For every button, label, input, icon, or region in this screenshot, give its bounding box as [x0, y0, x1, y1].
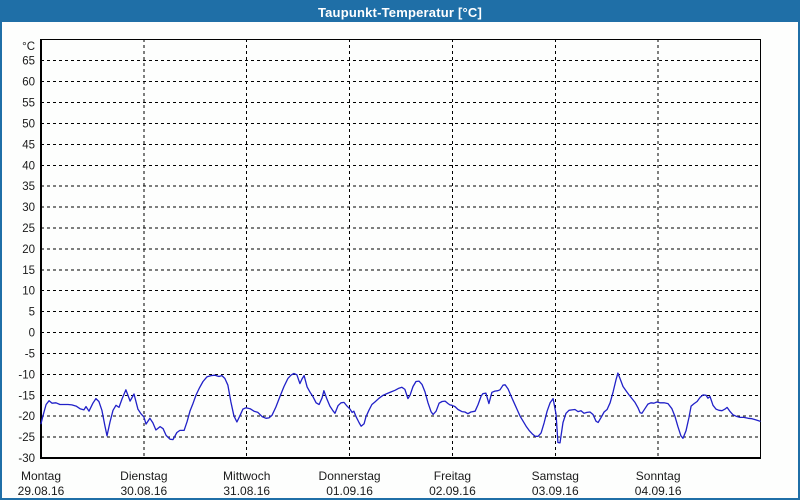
y-axis-tick-label: 35: [22, 181, 35, 193]
x-axis-date-label: 31.08.16: [223, 484, 270, 498]
y-axis-tick-label: 25: [22, 223, 35, 235]
y-axis-tick-label: 20: [22, 244, 35, 256]
x-axis-date-label: 01.09.16: [326, 484, 373, 498]
dewpoint-temperature-chart: 65605550454035302520151050-5-10-15-20-25…: [18, 39, 761, 498]
x-axis-date-label: 04.09.16: [635, 484, 682, 498]
y-axis-tick-label: -25: [18, 432, 35, 444]
y-axis-tick-label: 40: [22, 160, 35, 172]
y-axis-tick-label: 60: [22, 77, 35, 89]
x-axis-day-label: Montag: [21, 469, 61, 483]
x-axis-day-label: Freitag: [434, 469, 471, 483]
y-axis-tick-label: -15: [18, 390, 35, 402]
x-axis-date-label: 30.08.16: [120, 484, 167, 498]
y-axis-tick-label: 10: [22, 286, 35, 298]
y-axis-tick-label: 0: [29, 328, 35, 340]
y-axis-tick-label: 45: [22, 139, 35, 151]
y-axis-tick-label: 55: [22, 98, 35, 110]
temperature-line: [40, 372, 761, 444]
x-axis-day-label: Dienstag: [120, 469, 167, 483]
y-axis-tick-label: 5: [29, 307, 35, 319]
x-axis-date-label: 03.09.16: [532, 484, 579, 498]
y-axis-tick-label: 65: [22, 56, 35, 68]
window-titlebar[interactable]: Taupunkt-Temperatur [°C]: [2, 2, 798, 22]
y-axis-tick-label: 50: [22, 118, 35, 130]
x-axis-day-label: Samstag: [532, 469, 579, 483]
y-axis-tick-label: -5: [25, 348, 35, 360]
y-axis-tick-label: 15: [22, 265, 35, 277]
x-axis-day-label: Donnerstag: [319, 469, 381, 483]
y-axis-unit-label: °C: [22, 41, 35, 53]
chart-container: 65 60 55 50 45 40 35 30 25 20 15 10 5 0 -5 -10 -15 -20 -25…: [2, 22, 798, 498]
window-title: Taupunkt-Temperatur [°C]: [317, 4, 483, 20]
x-axis-day-label: Sonntag: [636, 469, 681, 483]
x-axis-date-label: 29.08.16: [18, 484, 65, 498]
x-axis-day-label: Mittwoch: [223, 469, 270, 483]
y-axis-tick-label: -20: [18, 411, 35, 423]
y-axis-tick-label: -30: [18, 453, 35, 465]
app-window: Taupunkt-Temperatur [°C] 65 60 55 50 45 40 35 3…: [0, 0, 800, 500]
y-axis-tick-label: 30: [22, 202, 35, 214]
x-axis-date-label: 02.09.16: [429, 484, 476, 498]
y-axis-tick-label: -10: [18, 369, 35, 381]
